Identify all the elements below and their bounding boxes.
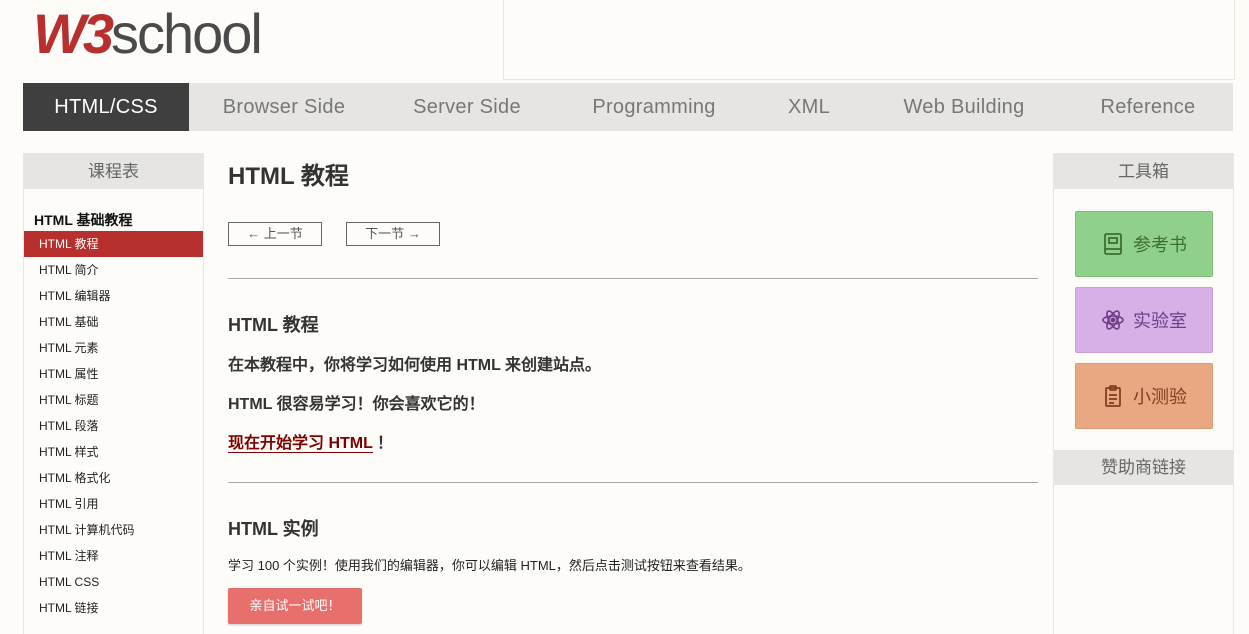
header: W3school (23, 0, 1235, 82)
tool-reference-label: 参考书 (1133, 235, 1187, 255)
sidebar-item-html-css[interactable]: HTML CSS (24, 569, 203, 595)
tool-reference-button[interactable]: 参考书 (1075, 211, 1213, 277)
left-sidebar: 课程表 HTML 基础教程 HTML 教程 HTML 简介 HTML 编辑器 H… (23, 153, 204, 634)
right-sidebar: 工具箱 参考书 实验室 小测验 赞助商链接 (1053, 153, 1234, 634)
sidebar-item-html-headings[interactable]: HTML 标题 (24, 387, 203, 413)
sidebar-title: 课程表 (24, 154, 203, 189)
toolbox-title: 工具箱 (1054, 154, 1233, 189)
prev-label: 上一节 (263, 226, 303, 241)
nav-xml[interactable]: XML (753, 83, 865, 131)
section-heading-examples: HTML 实例 (228, 519, 319, 539)
sidebar-item-html-comments[interactable]: HTML 注释 (24, 543, 203, 569)
sidebar-item-html-styles[interactable]: HTML 样式 (24, 439, 203, 465)
nav-server-side[interactable]: Server Side (379, 83, 555, 131)
divider (228, 482, 1038, 483)
nav-browser-side[interactable]: Browser Side (189, 83, 379, 131)
main-content: HTML 教程 ← 上一节 下一节 → HTML 教程 在本教程中，你将学习如何… (228, 153, 1038, 624)
sidebar-item-html-computer-code[interactable]: HTML 计算机代码 (24, 517, 203, 543)
try-it-button[interactable]: 亲自试一试吧！ (228, 588, 362, 624)
nav-html-css[interactable]: HTML/CSS (23, 83, 189, 131)
logo-w3: W3 (33, 2, 114, 65)
sidebar-item-html-quotations[interactable]: HTML 引用 (24, 491, 203, 517)
w3school-logo[interactable]: W3school (33, 2, 263, 66)
sponsor-links-title: 赞助商链接 (1054, 450, 1233, 485)
start-learning-line: 现在开始学习 HTML ！ (228, 429, 393, 453)
page-title: HTML 教程 (228, 163, 349, 190)
start-learning-link[interactable]: 现在开始学习 HTML (228, 435, 373, 453)
tool-lab-label: 实验室 (1133, 311, 1187, 331)
nav-web-building[interactable]: Web Building (865, 83, 1063, 131)
arrow-left-icon: ← (247, 226, 261, 241)
book-icon (1104, 233, 1122, 255)
section-heading-tutorial: HTML 教程 (228, 315, 319, 335)
tool-quiz-button[interactable]: 小测验 (1075, 363, 1213, 429)
next-label: 下一节 (365, 226, 405, 241)
intro-paragraph: 在本教程中，你将学习如何使用 HTML 来创建站点。 (228, 357, 602, 374)
divider (228, 278, 1038, 279)
nav-programming[interactable]: Programming (555, 83, 753, 131)
sidebar-item-html-attributes[interactable]: HTML 属性 (24, 361, 203, 387)
examples-paragraph: 学习 100 个实例！使用我们的编辑器，你可以编辑 HTML，然后点击测试按钮来… (228, 558, 751, 573)
next-button[interactable]: 下一节 → (346, 222, 440, 246)
top-nav: HTML/CSS Browser Side Server Side Progra… (23, 83, 1233, 131)
arrow-right-icon: → (407, 226, 421, 241)
sidebar-item-html-formatting[interactable]: HTML 格式化 (24, 465, 203, 491)
logo-school: school (111, 2, 263, 65)
nav-reference[interactable]: Reference (1063, 83, 1233, 131)
atom-icon (1102, 310, 1124, 330)
sidebar-item-html-paragraphs[interactable]: HTML 段落 (24, 413, 203, 439)
tool-quiz-label: 小测验 (1133, 387, 1187, 407)
sidebar-item-html-editor[interactable]: HTML 编辑器 (24, 283, 203, 309)
sidebar-item-html-links[interactable]: HTML 链接 (24, 595, 203, 621)
sidebar-section-title: HTML 基础教程 (34, 212, 133, 228)
start-learning-exclaim: ！ (377, 435, 394, 452)
easy-paragraph: HTML 很容易学习！你会喜欢它的！ (228, 396, 485, 413)
header-ad-box (503, 0, 1235, 80)
tool-lab-button[interactable]: 实验室 (1075, 287, 1213, 353)
prev-button[interactable]: ← 上一节 (228, 222, 322, 246)
sidebar-item-html-tutorial[interactable]: HTML 教程 (24, 231, 203, 257)
sidebar-item-html-basic[interactable]: HTML 基础 (24, 309, 203, 335)
clipboard-icon (1105, 385, 1121, 407)
sidebar-item-html-intro[interactable]: HTML 简介 (24, 257, 203, 283)
sidebar-item-html-elements[interactable]: HTML 元素 (24, 335, 203, 361)
